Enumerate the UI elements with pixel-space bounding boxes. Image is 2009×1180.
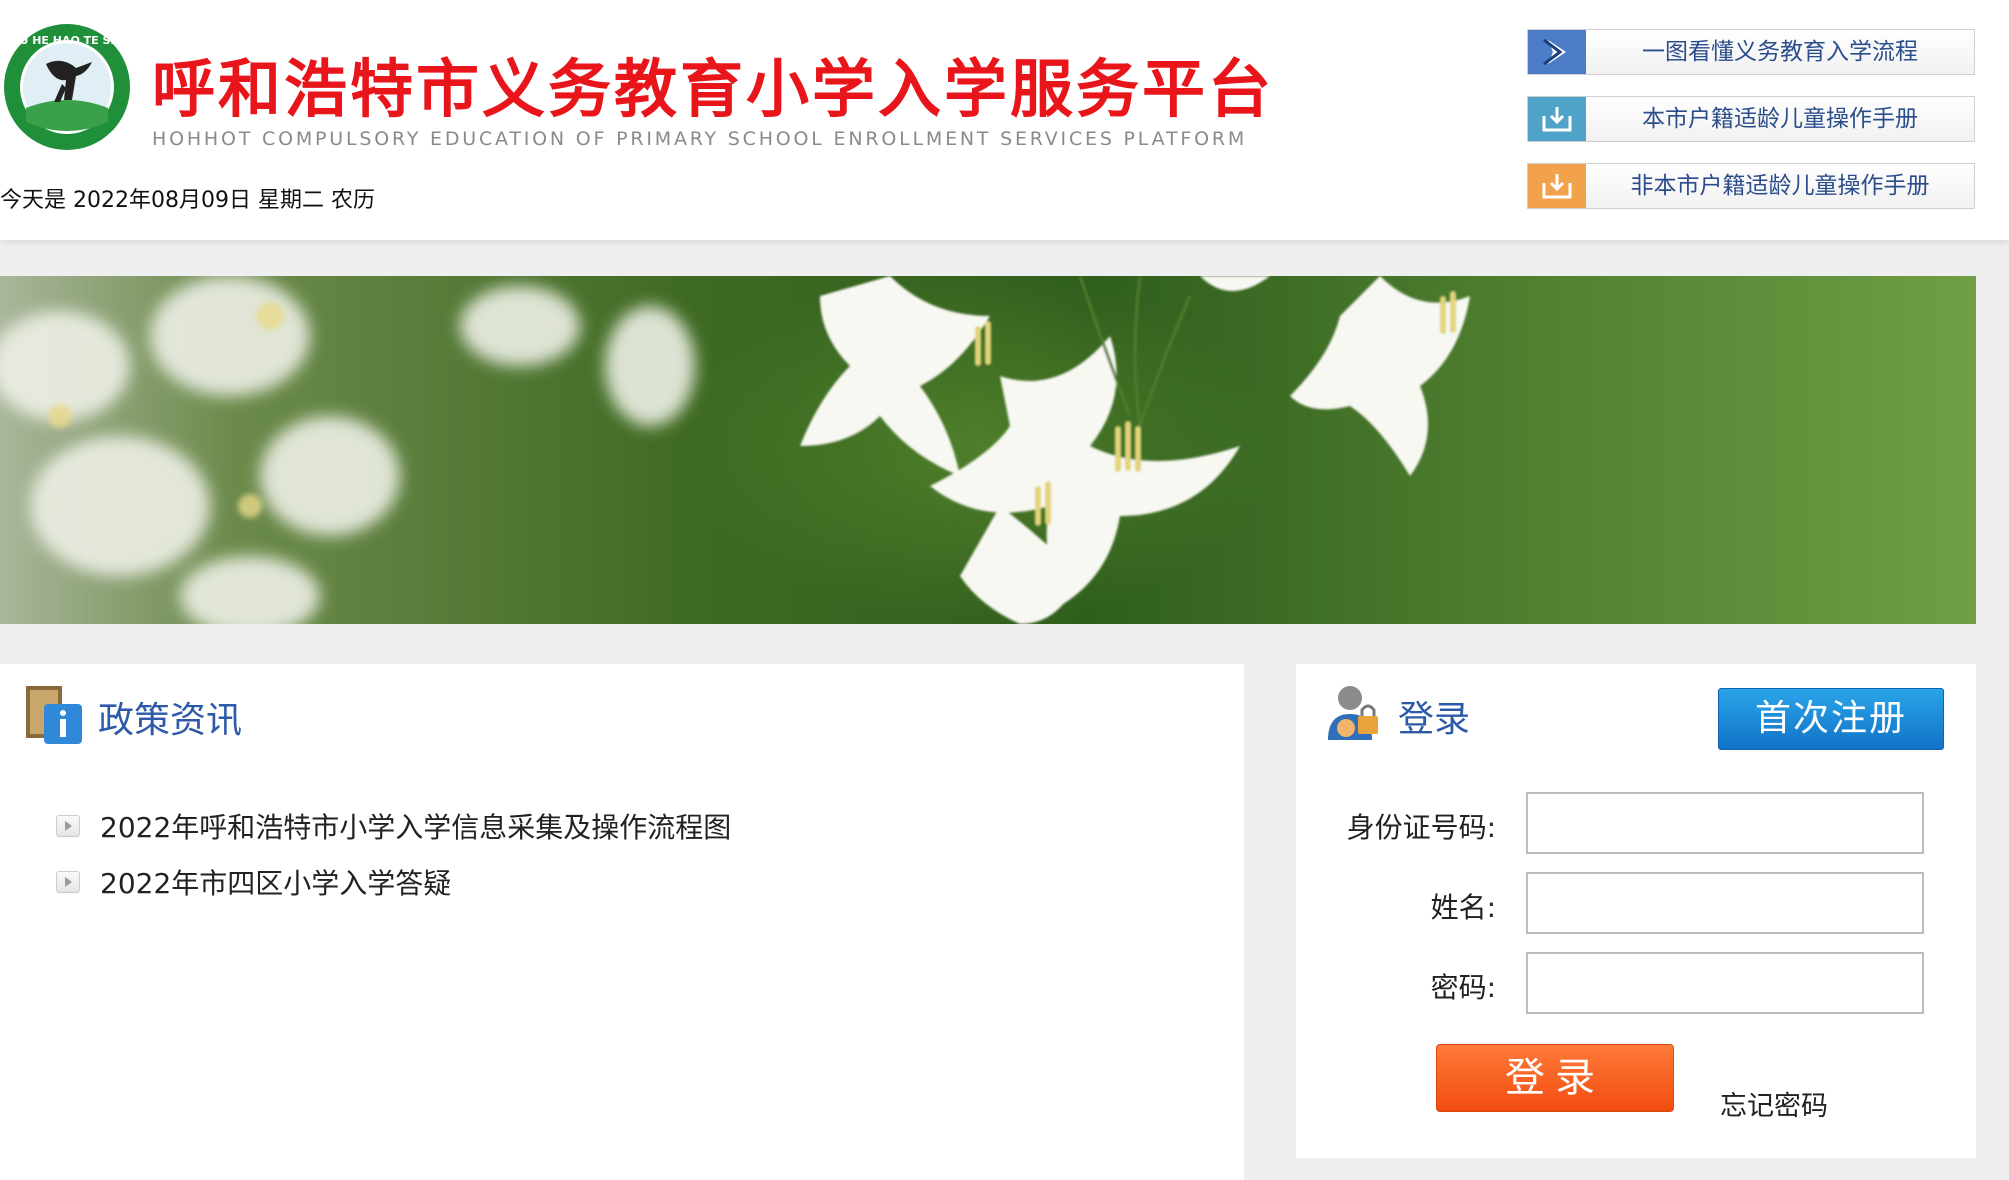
policy-heading: 政策资讯 <box>24 684 242 750</box>
policy-item-1[interactable]: 2022年呼和浩特市小学入学信息采集及操作流程图 <box>56 806 731 846</box>
local-manual-link[interactable]: 本市户籍适龄儿童操作手册 <box>1527 96 1975 142</box>
nonlocal-manual-label: 非本市户籍适龄儿童操作手册 <box>1630 173 1930 199</box>
enrollment-flow-link[interactable]: 一图看懂义务教育入学流程 <box>1527 29 1975 75</box>
policy-heading-text: 政策资讯 <box>98 700 243 741</box>
login-heading-text: 登录 <box>1398 699 1471 740</box>
policy-item-label: 2022年市四区小学入学答疑 <box>100 867 452 900</box>
nonlocal-manual-link[interactable]: 非本市户籍适龄儿童操作手册 <box>1527 163 1975 209</box>
enrollment-flow-label: 一图看懂义务教育入学流程 <box>1642 39 1918 65</box>
password-label: 密码: <box>1430 971 1496 1004</box>
site-logo: HU HE HAO TE SHI <box>2 22 132 152</box>
policy-panel: 政策资讯 2022年呼和浩特市小学入学信息采集及操作流程图 2022年市四区小学… <box>0 664 1244 1180</box>
chevron-right-icon <box>1528 30 1586 74</box>
policy-item-label: 2022年呼和浩特市小学入学信息采集及操作流程图 <box>100 811 732 844</box>
banner-image <box>0 276 1976 624</box>
quick-links: 一图看懂义务教育入学流程 本市户籍适龄儿童操作手册 非本市户籍适龄儿童操作手册 <box>1527 29 1975 230</box>
info-book-icon <box>24 684 84 750</box>
site-title: 呼和浩特市义务教育小学入学服务平台 <box>152 53 1274 126</box>
logo-emblem-icon: HU HE HAO TE SHI <box>4 24 130 150</box>
local-manual-label: 本市户籍适龄儿童操作手册 <box>1642 106 1918 132</box>
play-arrow-icon <box>56 871 80 893</box>
name-label: 姓名: <box>1430 891 1496 924</box>
policy-item-2[interactable]: 2022年市四区小学入学答疑 <box>56 862 451 902</box>
password-input[interactable] <box>1526 952 1924 1014</box>
site-header: HU HE HAO TE SHI 呼和浩特市义务教育小学入学服务平台 HOHHO… <box>0 0 2009 240</box>
site-subtitle: HOHHOT COMPULSORY EDUCATION OF PRIMARY S… <box>152 128 1248 150</box>
id-number-label: 身份证号码: <box>1346 811 1496 844</box>
forgot-password-link[interactable]: 忘记密码 <box>1720 1084 1828 1123</box>
id-number-input[interactable] <box>1526 792 1924 854</box>
download-icon <box>1528 164 1586 208</box>
download-icon <box>1528 97 1586 141</box>
user-lock-icon <box>1324 682 1384 750</box>
login-heading: 登录 <box>1324 682 1470 750</box>
date-display: 今天是 2022年08月09日 星期二 农历 <box>0 188 375 213</box>
play-arrow-icon <box>56 815 80 837</box>
flower-banner-illustration <box>0 276 1470 624</box>
login-button[interactable]: 登录 <box>1436 1044 1674 1112</box>
login-panel: 登录 首次注册 身份证号码: 姓名: 密码: 登录 忘记密码 <box>1296 664 1976 1158</box>
name-input[interactable] <box>1526 872 1924 934</box>
register-button[interactable]: 首次注册 <box>1718 688 1944 750</box>
svg-text:HU HE HAO TE SHI: HU HE HAO TE SHI <box>10 34 124 47</box>
